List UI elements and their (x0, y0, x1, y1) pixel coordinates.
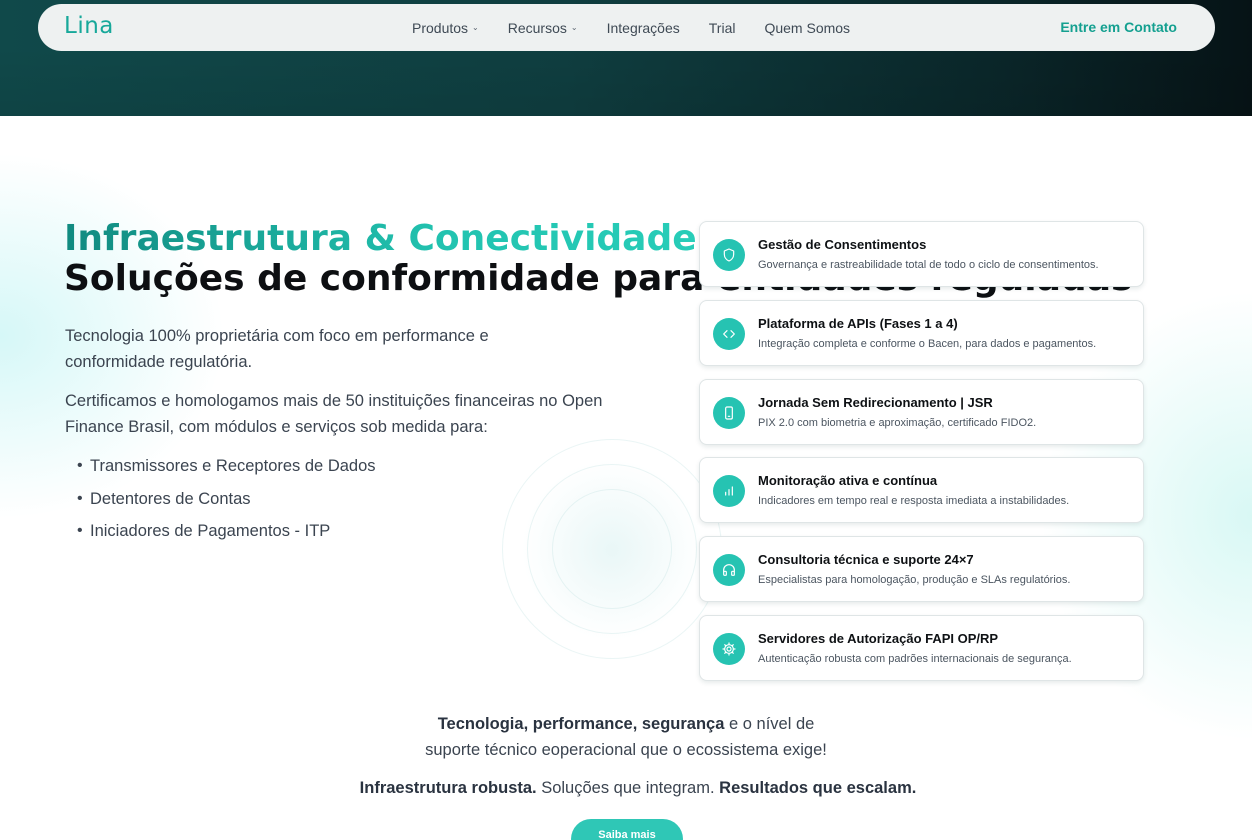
feature-title: Monitoração ativa e contínua (758, 473, 938, 488)
tagline-emphasis: Tecnologia (437, 715, 524, 733)
list-item-label: Transmissores e Receptores de Dados (90, 457, 376, 475)
logo[interactable]: Lina (64, 13, 114, 39)
hero-title: Infraestrutura & Conectividade (64, 218, 697, 259)
feature-description: Autenticação robusta com padrões interna… (758, 653, 1072, 665)
audience-list: • Transmissores e Receptores de Dados • De… (77, 453, 376, 551)
slogan-text: Soluções que integram. (536, 779, 720, 797)
tagline-line-1: Tecnologia, performance, segurança e o n… (0, 711, 1252, 737)
list-item: • Transmissores e Receptores de Dados (77, 453, 376, 479)
nav-link-recursos[interactable]: Recursos ⌄ (508, 20, 578, 36)
nav-link-quem-somos[interactable]: Quem Somos (764, 20, 850, 36)
hero-paragraph: Certificamos e homologamos mais de 50 in… (65, 392, 603, 436)
chevron-down-icon: ⌄ (472, 23, 479, 32)
feature-card-monitoracao[interactable]: Monitoração ativa e contínua Indicadores… (699, 457, 1144, 523)
feature-description: Integração completa e conforme o Bacen, … (758, 338, 1097, 350)
feature-title: Plataforma de APIs (Fases 1 a 4) (758, 316, 958, 331)
tagline-emphasis: performance (532, 715, 633, 733)
smartphone-icon (713, 397, 745, 429)
settings-icon (713, 633, 745, 665)
slogan: Infraestrutura robusta. Soluções que int… (0, 777, 1252, 799)
feature-description: Governança e rastreabilidade total de to… (758, 259, 1099, 271)
tagline-separator: , (523, 715, 533, 733)
feature-description: PIX 2.0 com biometria e aproximação, cer… (758, 417, 1037, 429)
list-item: • Detentores de Contas (77, 486, 376, 512)
feature-description: Indicadores em tempo real e resposta ime… (758, 495, 1070, 507)
feature-card-apis[interactable]: Plataforma de APIs (Fases 1 a 4) Integra… (699, 300, 1144, 366)
navbar: Lina Produtos ⌄ Recursos ⌄ Integrações T… (38, 4, 1215, 51)
code-icon (713, 318, 745, 350)
chevron-down-icon: ⌄ (570, 23, 578, 32)
nav-link-label: Recursos (507, 19, 567, 36)
nav-link-trial[interactable]: Trial (709, 20, 736, 36)
nav-link-label: Trial (708, 19, 736, 36)
hero-paragraph: Tecnologia 100% proprietária com foco em… (65, 327, 489, 371)
slogan-emphasis: Resultados que escalam. (719, 779, 917, 797)
feature-title: Servidores de Autorização FAPI OP/RP (758, 631, 999, 646)
nav-link-integracoes[interactable]: Integrações (607, 20, 680, 36)
nav-link-produtos[interactable]: Produtos ⌄ (412, 20, 479, 36)
slogan-emphasis: Infraestrutura robusta. (359, 779, 537, 797)
nav-links: Produtos ⌄ Recursos ⌄ Integrações Trial … (412, 4, 879, 51)
nav-link-label: Quem Somos (764, 19, 851, 36)
tagline-line-2: suporte técnico eoperacional que o ecoss… (425, 741, 827, 759)
headphones-icon (713, 554, 745, 586)
feature-title: Jornada Sem Redirecionamento | JSR (758, 395, 993, 410)
nav-link-label: Integrações (606, 19, 680, 36)
feature-card-jsr[interactable]: Jornada Sem Redirecionamento | JSR PIX 2… (699, 379, 1144, 445)
feature-card-consentimentos[interactable]: Gestão de Consentimentos Governança e ra… (699, 221, 1144, 287)
feature-card-fapi[interactable]: Servidores de Autorização FAPI OP/RP Aut… (699, 615, 1144, 681)
tagline-text: e o nível de (724, 715, 815, 733)
saiba-mais-button[interactable]: Saiba mais (571, 819, 683, 840)
list-item-label: Iniciadores de Pagamentos - ITP (90, 522, 331, 540)
tagline-separator: , (632, 715, 642, 733)
tagline: Tecnologia, performance, segurança e o n… (0, 711, 1252, 763)
list-item: • Iniciadores de Pagamentos - ITP (77, 518, 376, 544)
tagline-emphasis: segurança (641, 715, 725, 733)
contact-button[interactable]: Entre em Contato (1060, 19, 1177, 35)
bar-chart-icon (713, 475, 745, 507)
feature-card-consultoria[interactable]: Consultoria técnica e suporte 24×7 Espec… (699, 536, 1144, 602)
feature-title: Consultoria técnica e suporte 24×7 (758, 552, 974, 567)
nav-link-label: Produtos (412, 19, 469, 36)
feature-description: Especialistas para homologação, produção… (758, 574, 1071, 586)
list-item-label: Detentores de Contas (90, 489, 251, 508)
shield-icon (713, 239, 745, 271)
feature-title: Gestão de Consentimentos (758, 237, 927, 252)
decorative-ring (502, 439, 722, 659)
